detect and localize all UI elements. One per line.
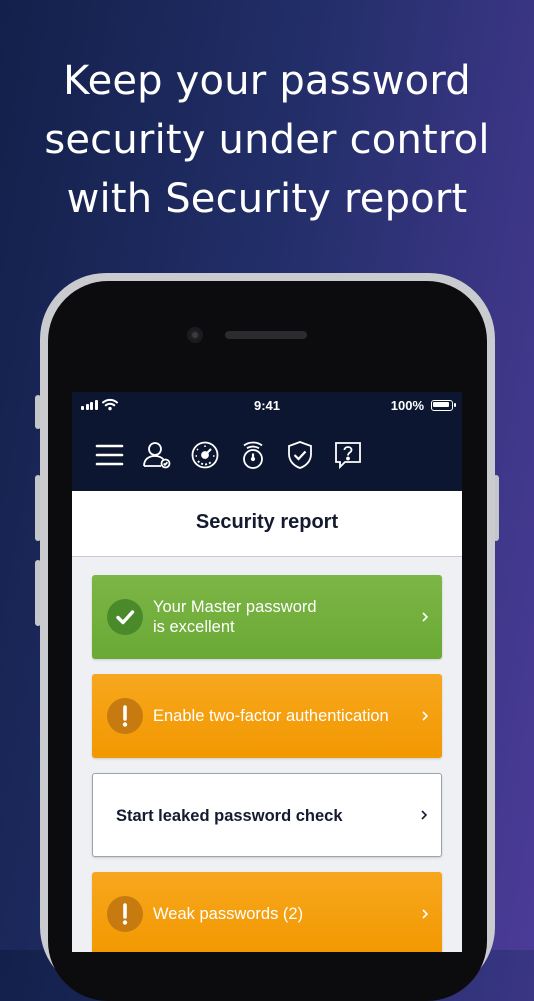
headline-line-1: Keep your password [63, 58, 471, 104]
warning-badge [107, 896, 143, 932]
help-icon[interactable] [332, 439, 364, 471]
security-shield-icon[interactable] [284, 439, 316, 471]
headline: Keep your password security under contro… [0, 52, 534, 229]
dashboard-gauge-icon[interactable] [189, 439, 221, 471]
card-label: Start leaked password check [116, 806, 343, 825]
page-title: Security report [195, 511, 339, 533]
warning-badge [107, 698, 143, 734]
master-password-card[interactable]: Your Master password is excellent [92, 575, 442, 659]
chevron-right-icon [422, 909, 429, 919]
battery-icon [431, 400, 456, 411]
battery-percentage: 100% [390, 398, 424, 413]
leaked-password-check-card[interactable]: Start leaked password check [92, 773, 442, 857]
card-label: Enable two-factor authentication [153, 706, 389, 725]
check-badge [107, 599, 143, 635]
status-bar: 9:41 100% [72, 392, 462, 420]
chevron-right-icon [421, 810, 428, 820]
check-icon [116, 610, 135, 625]
user-account-icon[interactable] [141, 439, 173, 471]
password-generator-icon[interactable] [237, 439, 269, 471]
front-camera [187, 327, 203, 343]
card-label: Your Master password is excellent [153, 597, 317, 637]
screen-title-bar: Security report [72, 491, 462, 557]
exclamation-icon [122, 705, 128, 727]
two-factor-card[interactable]: Enable two-factor authentication [92, 674, 442, 758]
weak-passwords-card[interactable]: Weak passwords (2) [92, 872, 442, 952]
app-navbar [72, 420, 462, 491]
chevron-right-icon [422, 612, 429, 622]
exclamation-icon [122, 903, 128, 925]
app-screen: 9:41 100% Security report Your Master pa… [72, 392, 462, 952]
headline-line-3: with Security report [66, 176, 468, 222]
card-label: Weak passwords (2) [153, 904, 304, 923]
chevron-right-icon [422, 711, 429, 721]
headline-line-2: security under control [44, 117, 490, 163]
earpiece-speaker [225, 331, 307, 339]
menu-icon[interactable] [94, 439, 126, 471]
